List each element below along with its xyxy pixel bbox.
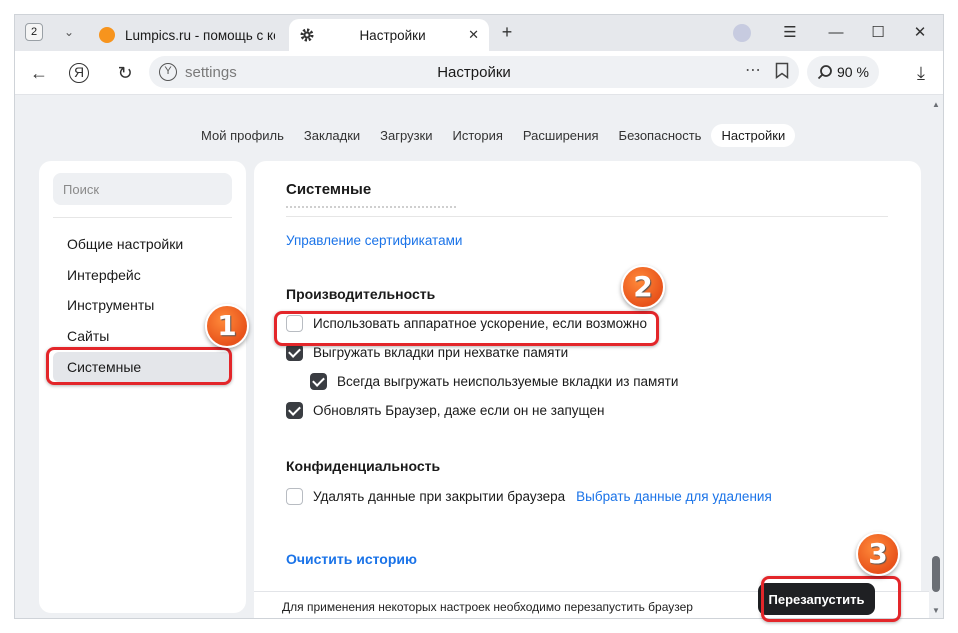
manage-certificates-link[interactable]: Управление сертификатами <box>286 233 462 248</box>
clear-history-link[interactable]: Очистить историю <box>286 551 417 567</box>
nav-bookmarks[interactable]: Закладки <box>294 124 370 147</box>
step-badge-2: 2 <box>621 265 665 309</box>
bookmark-icon[interactable] <box>775 62 789 79</box>
option-label: Использовать аппаратное ускорение, если … <box>313 316 647 331</box>
always-unload-tabs-checkbox[interactable] <box>310 373 327 390</box>
clear-on-exit-checkbox[interactable] <box>286 488 303 505</box>
nav-security[interactable]: Безопасность <box>609 124 712 147</box>
scrollbar[interactable]: ▲ ▼ <box>929 96 943 618</box>
performance-heading: Производительность <box>286 286 436 302</box>
option-label[interactable]: Удалять данные при закрытии браузера <box>313 489 565 504</box>
restart-button[interactable]: Перезапустить <box>758 583 875 615</box>
settings-main-panel: Системные Управление сертификатами Произ… <box>254 161 921 618</box>
background-update-checkbox[interactable] <box>286 402 303 419</box>
nav-settings[interactable]: Настройки <box>711 123 796 147</box>
divider <box>53 217 232 218</box>
unload-tabs-checkbox[interactable] <box>286 344 303 361</box>
option-label: Выгружать вкладки при нехватке памяти <box>313 345 569 360</box>
page-title: Настройки <box>437 64 511 81</box>
tab-lumpics[interactable]: Lumpics.ru - помощь с ко <box>89 19 285 51</box>
step-badge-3: 3 <box>856 532 900 576</box>
step-badge-1: 1 <box>205 304 249 348</box>
scroll-down-icon[interactable]: ▼ <box>932 606 940 615</box>
back-arrow-icon[interactable]: ← <box>27 61 51 85</box>
tab-count-badge[interactable]: 2 <box>25 23 43 41</box>
option-label: Обновлять Браузер, даже если он не запущ… <box>313 403 605 418</box>
divider <box>286 216 888 217</box>
tab-title: Настройки <box>359 27 426 43</box>
scroll-up-icon[interactable]: ▲ <box>932 100 940 109</box>
privacy-heading: Конфиденциальность <box>286 458 441 474</box>
gear-icon <box>300 28 314 42</box>
toolbar: ← Я ↻ Y settings Настройки ⋯ 90 % ⤓ <box>15 51 943 95</box>
sidebar-item-system[interactable]: Системные <box>53 352 232 382</box>
avatar[interactable] <box>733 24 751 42</box>
maximize-icon[interactable]: ☐ <box>863 21 893 45</box>
close-window-icon[interactable]: ✕ <box>905 21 935 45</box>
search-input[interactable] <box>53 173 232 205</box>
close-tab-icon[interactable]: ✕ <box>468 27 479 43</box>
orange-favicon-icon <box>99 27 115 43</box>
search-zoom-icon <box>817 65 832 80</box>
tab-strip: 2 ⌄ Lumpics.ru - помощь с ко Настройки ✕… <box>15 15 943 51</box>
tab-settings[interactable]: Настройки ✕ <box>289 19 489 51</box>
clipped-text <box>286 206 456 210</box>
sidebar-item-general[interactable]: Общие настройки <box>53 229 232 259</box>
select-data-link[interactable]: Выбрать данные для удаления <box>576 489 772 504</box>
background-update-option[interactable]: Обновлять Браузер, даже если он не запущ… <box>286 402 604 419</box>
settings-top-nav: Мой профиль Закладки Загрузки История Ра… <box>191 122 796 148</box>
new-tab-icon[interactable]: + <box>497 23 517 43</box>
nav-history[interactable]: История <box>443 124 513 147</box>
hardware-acceleration-option[interactable]: Использовать аппаратное ускорение, если … <box>286 315 647 332</box>
settings-sidebar: Общие настройки Интерфейс Инструменты Са… <box>39 161 246 613</box>
chevron-down-icon[interactable]: ⌄ <box>55 21 83 43</box>
minimize-icon[interactable]: — <box>821 21 851 45</box>
download-icon[interactable]: ⤓ <box>909 61 933 85</box>
option-label: Всегда выгружать неиспользуемые вкладки … <box>337 374 679 389</box>
clear-on-exit-option: Удалять данные при закрытии браузера Выб… <box>286 488 772 505</box>
hardware-acceleration-checkbox[interactable] <box>286 315 303 332</box>
nav-profile[interactable]: Мой профиль <box>191 124 294 147</box>
sidebar-item-tools[interactable]: Инструменты <box>53 290 232 320</box>
browser-window: 2 ⌄ Lumpics.ru - помощь с ко Настройки ✕… <box>14 14 944 619</box>
sidebar-item-interface[interactable]: Интерфейс <box>53 260 232 290</box>
scrollbar-thumb[interactable] <box>932 556 940 592</box>
tab-title: Lumpics.ru - помощь с ко <box>125 27 275 43</box>
zoom-level: 90 % <box>837 64 869 80</box>
unload-tabs-option[interactable]: Выгружать вкладки при нехватке памяти <box>286 344 568 361</box>
more-dots-icon[interactable]: ⋯ <box>745 60 762 80</box>
address-bar[interactable]: Y settings Настройки ⋯ <box>149 56 799 88</box>
zoom-indicator[interactable]: 90 % <box>807 56 879 88</box>
restart-notice-text: Для применения некоторых настроек необхо… <box>282 600 693 614</box>
section-title: Системные <box>286 181 372 198</box>
menu-icon[interactable]: ☰ <box>775 21 805 45</box>
nav-downloads[interactable]: Загрузки <box>370 124 442 147</box>
yandex-icon[interactable]: Я <box>69 63 89 83</box>
settings-page: Мой профиль Закладки Загрузки История Ра… <box>15 96 929 618</box>
always-unload-tabs-option[interactable]: Всегда выгружать неиспользуемые вкладки … <box>310 373 678 390</box>
nav-extensions[interactable]: Расширения <box>513 124 609 147</box>
reload-icon[interactable]: ↻ <box>113 61 137 85</box>
